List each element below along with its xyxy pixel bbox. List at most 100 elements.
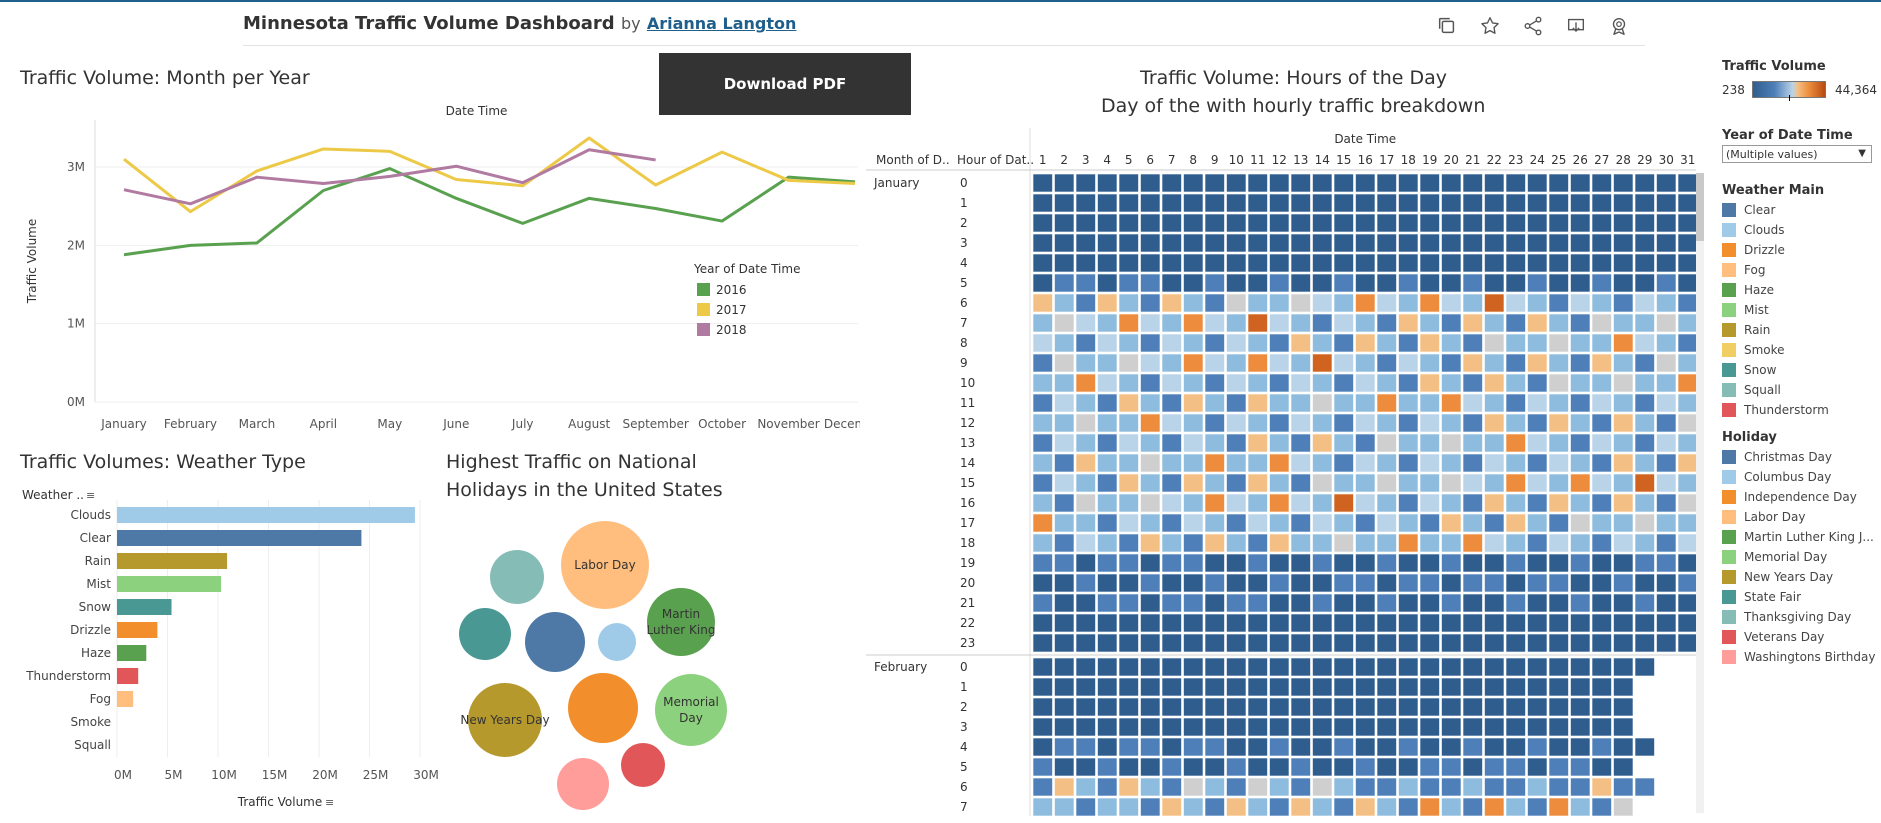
- heatmap-cell: [1484, 593, 1505, 613]
- heatmap-cell: [1376, 533, 1397, 553]
- weather-legend-item[interactable]: Smoke: [1722, 341, 1785, 359]
- bar-category-label: Fog: [90, 692, 111, 706]
- heatmap-cell: [1441, 173, 1462, 193]
- heatmap-cell: [1269, 253, 1290, 273]
- heatmap-cell: [1591, 493, 1612, 513]
- metrics-button[interactable]: [1605, 12, 1633, 40]
- line-y-tick: 2M: [67, 238, 85, 252]
- weather-legend-item[interactable]: Squall: [1722, 381, 1781, 399]
- heatmap-cell: [1462, 757, 1483, 777]
- holiday-legend-item[interactable]: Washingtons Birthday: [1722, 648, 1875, 666]
- heatmap-cell: [1355, 333, 1376, 353]
- line-x-tick: October: [698, 417, 746, 431]
- heatmap-cell: [1548, 633, 1569, 653]
- heatmap-cell: [1376, 777, 1397, 797]
- legend-swatch: [1722, 490, 1736, 504]
- heatmap-cell: [1355, 473, 1376, 493]
- heatmap-cell: [1462, 777, 1483, 797]
- heatmap-cell: [1183, 353, 1204, 373]
- weather-legend-item[interactable]: Clear: [1722, 201, 1775, 219]
- heatmap-cell: [1247, 453, 1268, 473]
- heatmap-cell: [1376, 473, 1397, 493]
- holiday-legend-item[interactable]: Labor Day: [1722, 508, 1805, 526]
- heatmap-cell: [1441, 293, 1462, 313]
- heatmap-cell: [1118, 473, 1139, 493]
- weather-legend-item[interactable]: Mist: [1722, 301, 1769, 319]
- holiday-legend-item[interactable]: State Fair: [1722, 588, 1801, 606]
- heatmap-cell: [1247, 573, 1268, 593]
- heatmap-cell: [1634, 777, 1655, 797]
- holiday-legend-item[interactable]: Thanksgiving Day: [1722, 608, 1851, 626]
- heatmap-cell: [1333, 333, 1354, 353]
- heatmap-cell: [1226, 373, 1247, 393]
- weather-legend-item[interactable]: Drizzle: [1722, 241, 1785, 259]
- heatmap-cell: [1419, 697, 1440, 717]
- heatmap-cell: [1140, 313, 1161, 333]
- heatmap-cell: [1054, 233, 1075, 253]
- heatmap-cell: [1570, 293, 1591, 313]
- weather-legend-item[interactable]: Rain: [1722, 321, 1770, 339]
- bar-category-label: Smoke: [70, 715, 111, 729]
- heatmap-cell: [1075, 757, 1096, 777]
- heatmap-cell: [1183, 213, 1204, 233]
- heatmap-cell: [1118, 613, 1139, 633]
- duplicate-button[interactable]: [1433, 12, 1461, 40]
- heatmap-cell: [1161, 553, 1182, 573]
- holiday-legend-item[interactable]: Independence Day: [1722, 488, 1857, 506]
- favorite-button[interactable]: [1476, 12, 1504, 40]
- heatmap-cell: [1161, 613, 1182, 633]
- heatmap-cell: [1333, 573, 1354, 593]
- author-link[interactable]: Arianna Langton: [647, 14, 797, 33]
- bubble-christmas-day: [525, 612, 585, 672]
- heatmap-cell: [1290, 533, 1311, 553]
- heatmap-cell: [1441, 413, 1462, 433]
- heatmap-cell: [1591, 573, 1612, 593]
- heatmap-cell: [1355, 677, 1376, 697]
- heatmap-cell: [1355, 777, 1376, 797]
- heatmap-cell: [1290, 757, 1311, 777]
- weather-legend-item[interactable]: Haze: [1722, 281, 1774, 299]
- download-toolbar-button[interactable]: [1562, 12, 1590, 40]
- heatmap-cell: [1484, 613, 1505, 633]
- heatmap-cell: [1505, 173, 1526, 193]
- line-chart: Date Time Traffic Volume 0M 1M 2M 3M January Fe…: [25, 104, 860, 431]
- heatmap-cell: [1269, 453, 1290, 473]
- weather-legend-item[interactable]: Thunderstorm: [1722, 401, 1829, 419]
- heatmap-cell: [1591, 393, 1612, 413]
- heatmap-cell: [1054, 293, 1075, 313]
- heatmap-cell: [1462, 677, 1483, 697]
- holiday-legend-item[interactable]: Christmas Day: [1722, 448, 1832, 466]
- heatmap-cell: [1462, 717, 1483, 737]
- heatmap-cell: [1183, 233, 1204, 253]
- heatmap-cell: [1613, 353, 1634, 373]
- bar-rain: [117, 553, 228, 569]
- heatmap-day-label: 20: [1444, 153, 1459, 167]
- heatmap-cell: [1140, 553, 1161, 573]
- heatmap-cell: [1032, 293, 1053, 313]
- heatmap-cell: [1333, 393, 1354, 413]
- heatmap-cell: [1183, 193, 1204, 213]
- heatmap-cell: [1312, 513, 1333, 533]
- heatmap-day-label: 21: [1465, 153, 1480, 167]
- heatmap-cell: [1226, 233, 1247, 253]
- weather-legend-item[interactable]: Fog: [1722, 261, 1765, 279]
- heatmap-cell: [1161, 453, 1182, 473]
- weather-legend-item[interactable]: Snow: [1722, 361, 1776, 379]
- heatmap-cell: [1591, 717, 1612, 737]
- legend-label: Mist: [1744, 303, 1769, 317]
- holiday-legend-item[interactable]: Martin Luther King J...: [1722, 528, 1874, 546]
- heatmap-cell: [1505, 313, 1526, 333]
- year-filter-dropdown[interactable]: (Multiple values) ▼: [1722, 145, 1872, 163]
- heatmap-cell: [1462, 293, 1483, 313]
- heatmap-cell: [1183, 273, 1204, 293]
- weather-legend-item[interactable]: Clouds: [1722, 221, 1785, 239]
- holiday-legend-item[interactable]: Columbus Day: [1722, 468, 1831, 486]
- heatmap-cell: [1247, 797, 1268, 817]
- holiday-legend-item[interactable]: Memorial Day: [1722, 548, 1827, 566]
- heatmap-cell: [1204, 293, 1225, 313]
- holiday-legend-item[interactable]: New Years Day: [1722, 568, 1833, 586]
- heatmap-cell: [1484, 717, 1505, 737]
- holiday-legend-item[interactable]: Veterans Day: [1722, 628, 1824, 646]
- share-button[interactable]: [1519, 12, 1547, 40]
- heatmap-cell: [1075, 533, 1096, 553]
